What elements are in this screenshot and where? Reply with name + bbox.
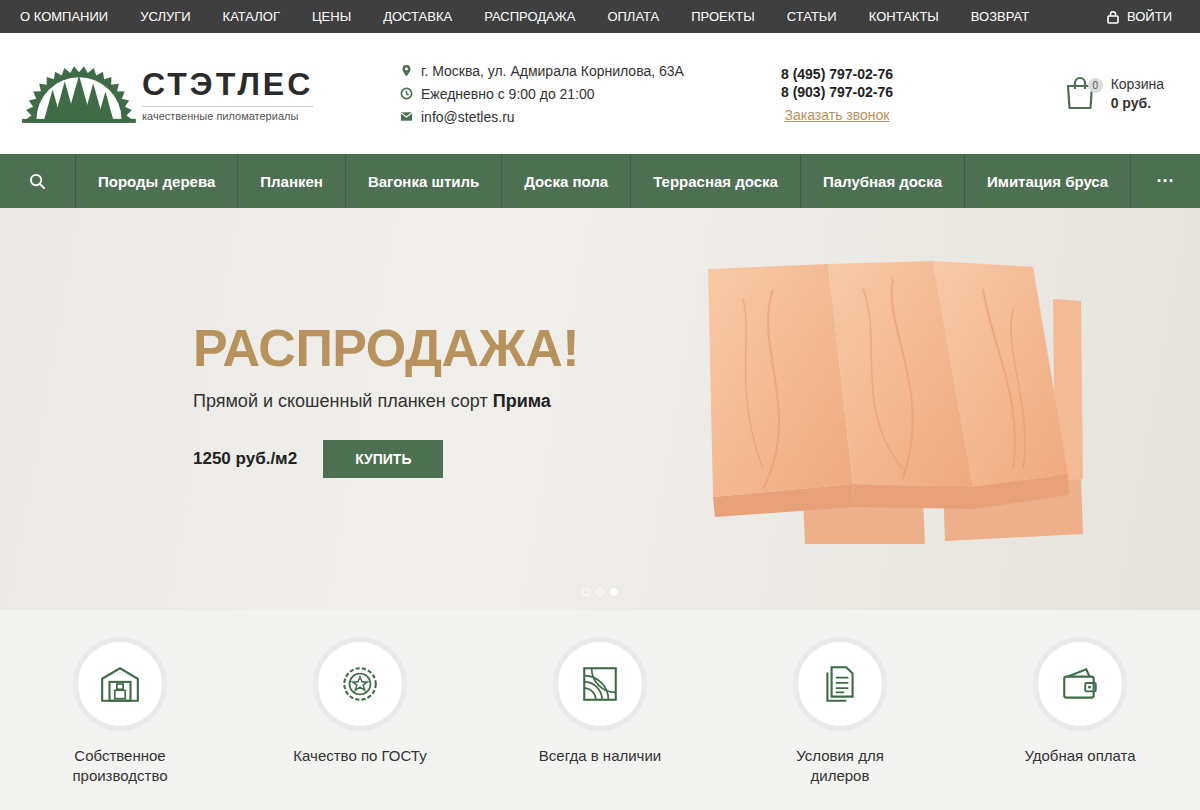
catalog-nav: Породы дереваПланкенВагонка штильДоска п… (0, 154, 1200, 208)
pin-icon (400, 64, 413, 77)
cart-summary: Корзина 0 руб. (1111, 76, 1164, 111)
advantage-icon-circle (798, 642, 882, 726)
address: г. Москва, ул. Адмирала Корнилова, 63А (400, 63, 772, 79)
login-link[interactable]: ВОЙТИ (1106, 9, 1172, 24)
top-menu-item[interactable]: О КОМПАНИИ (20, 9, 108, 24)
top-menu-item[interactable]: ЦЕНЫ (312, 9, 351, 24)
top-menu: О КОМПАНИИ УСЛУГИ КАТАЛОГ ЦЕНЫ ДОСТАВКА РАСПР… (0, 0, 1200, 33)
top-menu-item[interactable]: ОПЛАТА (607, 9, 659, 24)
wood-rings-icon (579, 663, 621, 705)
advantage-label: Всегда в наличии (539, 746, 661, 766)
catalog-nav-item[interactable]: Имитация бруса (965, 154, 1131, 208)
advantage-label: Качество по ГОСТу (293, 746, 426, 766)
slider-dot[interactable] (596, 588, 604, 596)
phones: 8 (495) 797-02-768 (903) 797-02-76 Заказа… (772, 65, 902, 123)
cart-count-badge: 0 (1088, 78, 1103, 93)
top-menu-item[interactable]: СТАТЬИ (787, 9, 837, 24)
lock-icon (1106, 10, 1120, 24)
hero-slide: РАСПРОДАЖА! Прямой и скошенный планкен со… (0, 208, 1200, 610)
catalog-nav-item[interactable]: Планкен (238, 154, 346, 208)
wood-planks-picture (663, 259, 1103, 559)
logo-name: СТЭТЛЕС (142, 67, 313, 102)
top-menu-item[interactable]: РАСПРОДАЖА (484, 9, 575, 24)
cart-icon-wrap: 0 (1065, 76, 1099, 112)
header: СТЭТЛЕС качественные пиломатериалы г. Моск… (0, 33, 1200, 154)
phone-number[interactable]: 8 (495) 797-02-76 (781, 65, 893, 83)
advantage-icon-circle (558, 642, 642, 726)
top-menu-item[interactable]: ДОСТАВКА (383, 9, 452, 24)
wallet-icon (1059, 663, 1101, 705)
advantage-label: Условия для дилеров (765, 746, 915, 786)
top-menu-item[interactable]: УСЛУГИ (140, 9, 190, 24)
envelope-icon (400, 110, 413, 123)
top-menu-list: О КОМПАНИИ УСЛУГИ КАТАЛОГ ЦЕНЫ ДОСТАВКА РАСПР… (20, 9, 1029, 24)
login-label[interactable]: ВОЙТИ (1127, 9, 1172, 24)
documents-icon (819, 663, 861, 705)
advantage-item: Качество по ГОСТу (240, 642, 480, 810)
catalog-nav-item[interactable]: Породы дерева (76, 154, 238, 208)
catalog-nav-item[interactable]: Террасная доска (631, 154, 801, 208)
catalog-nav-item[interactable]: Палубная доска (801, 154, 965, 208)
advantage-icon-circle (1038, 642, 1122, 726)
clock-icon (400, 87, 413, 100)
buy-button[interactable]: КУПИТЬ (323, 440, 443, 478)
cart-label: Корзина (1111, 76, 1164, 92)
saw-trees-icon (22, 61, 136, 126)
contacts: г. Москва, ул. Адмирала Корнилова, 63А Еж… (400, 63, 772, 125)
nav-more-button[interactable]: ··· (1131, 154, 1200, 208)
slider-dot[interactable] (582, 588, 590, 596)
slider-dot[interactable] (610, 588, 618, 596)
advantage-label: Удобная оплата (1024, 746, 1135, 766)
logo[interactable]: СТЭТЛЕС качественные пиломатериалы (22, 61, 400, 126)
logo-tagline: качественные пиломатериалы (142, 106, 313, 122)
advantage-icon-circle (78, 642, 162, 726)
page: О КОМПАНИИ УСЛУГИ КАТАЛОГ ЦЕНЫ ДОСТАВКА РАСПР… (0, 0, 1200, 810)
advantage-label: Собственное производство (45, 746, 195, 786)
hero-subtitle: Прямой и скошенный планкен сорт Прима (193, 391, 663, 412)
hero-slider: РАСПРОДАЖА! Прямой и скошенный планкен со… (0, 208, 1200, 610)
advantage-item: Всегда в наличии (480, 642, 720, 810)
advantage-item: Удобная оплата (960, 642, 1200, 810)
top-menu-item[interactable]: КАТАЛОГ (223, 9, 280, 24)
advantages: Собственное производство Качество по ГОСТ… (0, 610, 1200, 810)
warehouse-icon (99, 663, 141, 705)
top-menu-item[interactable]: ВОЗВРАТ (971, 9, 1029, 24)
advantage-item: Условия для дилеров (720, 642, 960, 810)
working-hours: Ежедневно с 9:00 до 21:00 (400, 86, 772, 102)
quality-badge-icon (339, 663, 381, 705)
advantage-icon-circle (318, 642, 402, 726)
top-menu-item[interactable]: КОНТАКТЫ (869, 9, 939, 24)
phone-number[interactable]: 8 (903) 797-02-76 (781, 83, 893, 101)
top-menu-item[interactable]: ПРОЕКТЫ (691, 9, 755, 24)
cart[interactable]: 0 Корзина 0 руб. (1065, 76, 1164, 112)
logo-text: СТЭТЛЕС качественные пиломатериалы (142, 67, 313, 126)
hero-text: РАСПРОДАЖА! Прямой и скошенный планкен со… (193, 320, 663, 498)
callback-link[interactable]: Заказать звонок (785, 107, 890, 123)
search-button[interactable] (0, 154, 76, 208)
slider-dots (0, 588, 1200, 596)
catalog-nav-item[interactable]: Вагонка штиль (346, 154, 502, 208)
email[interactable]: info@stetles.ru (400, 109, 772, 125)
search-icon (29, 173, 46, 190)
hero-buy-row: 1250 руб./м2 КУПИТЬ (193, 440, 663, 478)
hero-price: 1250 руб./м2 (193, 449, 297, 469)
cart-total: 0 руб. (1111, 95, 1164, 111)
advantage-item: Собственное производство (0, 642, 240, 810)
catalog-nav-item[interactable]: Доска пола (502, 154, 631, 208)
hero-title: РАСПРОДАЖА! (193, 320, 663, 377)
